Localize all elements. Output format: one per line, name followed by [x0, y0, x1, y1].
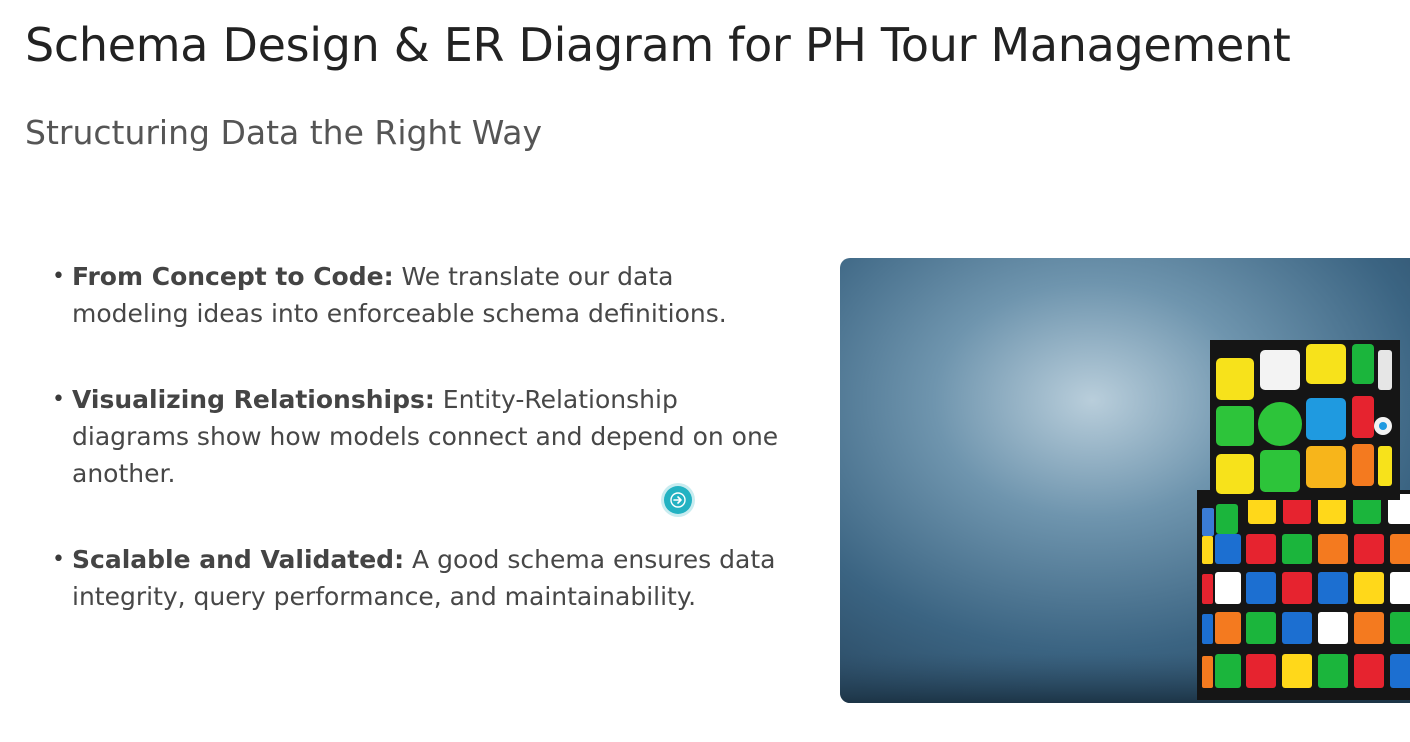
rubiks-cube-image: [840, 258, 1410, 703]
bullet-item: • From Concept to Code: We translate our…: [52, 258, 797, 332]
bullet-heading: Visualizing Relationships:: [72, 385, 435, 414]
bullet-item: • Scalable and Validated: A good schema …: [52, 541, 797, 615]
bullet-dot-icon: •: [52, 387, 65, 412]
bullet-list: • From Concept to Code: We translate our…: [52, 258, 797, 615]
slide: Schema Design & ER Diagram for PH Tour M…: [0, 0, 1410, 742]
bullet-heading: From Concept to Code:: [72, 262, 394, 291]
bullet-dot-icon: •: [52, 547, 65, 572]
bullet-item: • Visualizing Relationships: Entity-Rela…: [52, 381, 797, 492]
arrow-right-icon: [670, 492, 686, 508]
bullet-dot-icon: •: [52, 264, 65, 289]
slide-title: Schema Design & ER Diagram for PH Tour M…: [25, 18, 1291, 72]
slide-subtitle: Structuring Data the Right Way: [25, 113, 543, 152]
bullet-heading: Scalable and Validated:: [72, 545, 405, 574]
rubiks-cube-illustration: [840, 258, 1410, 703]
cursor-indicator: [664, 486, 692, 514]
